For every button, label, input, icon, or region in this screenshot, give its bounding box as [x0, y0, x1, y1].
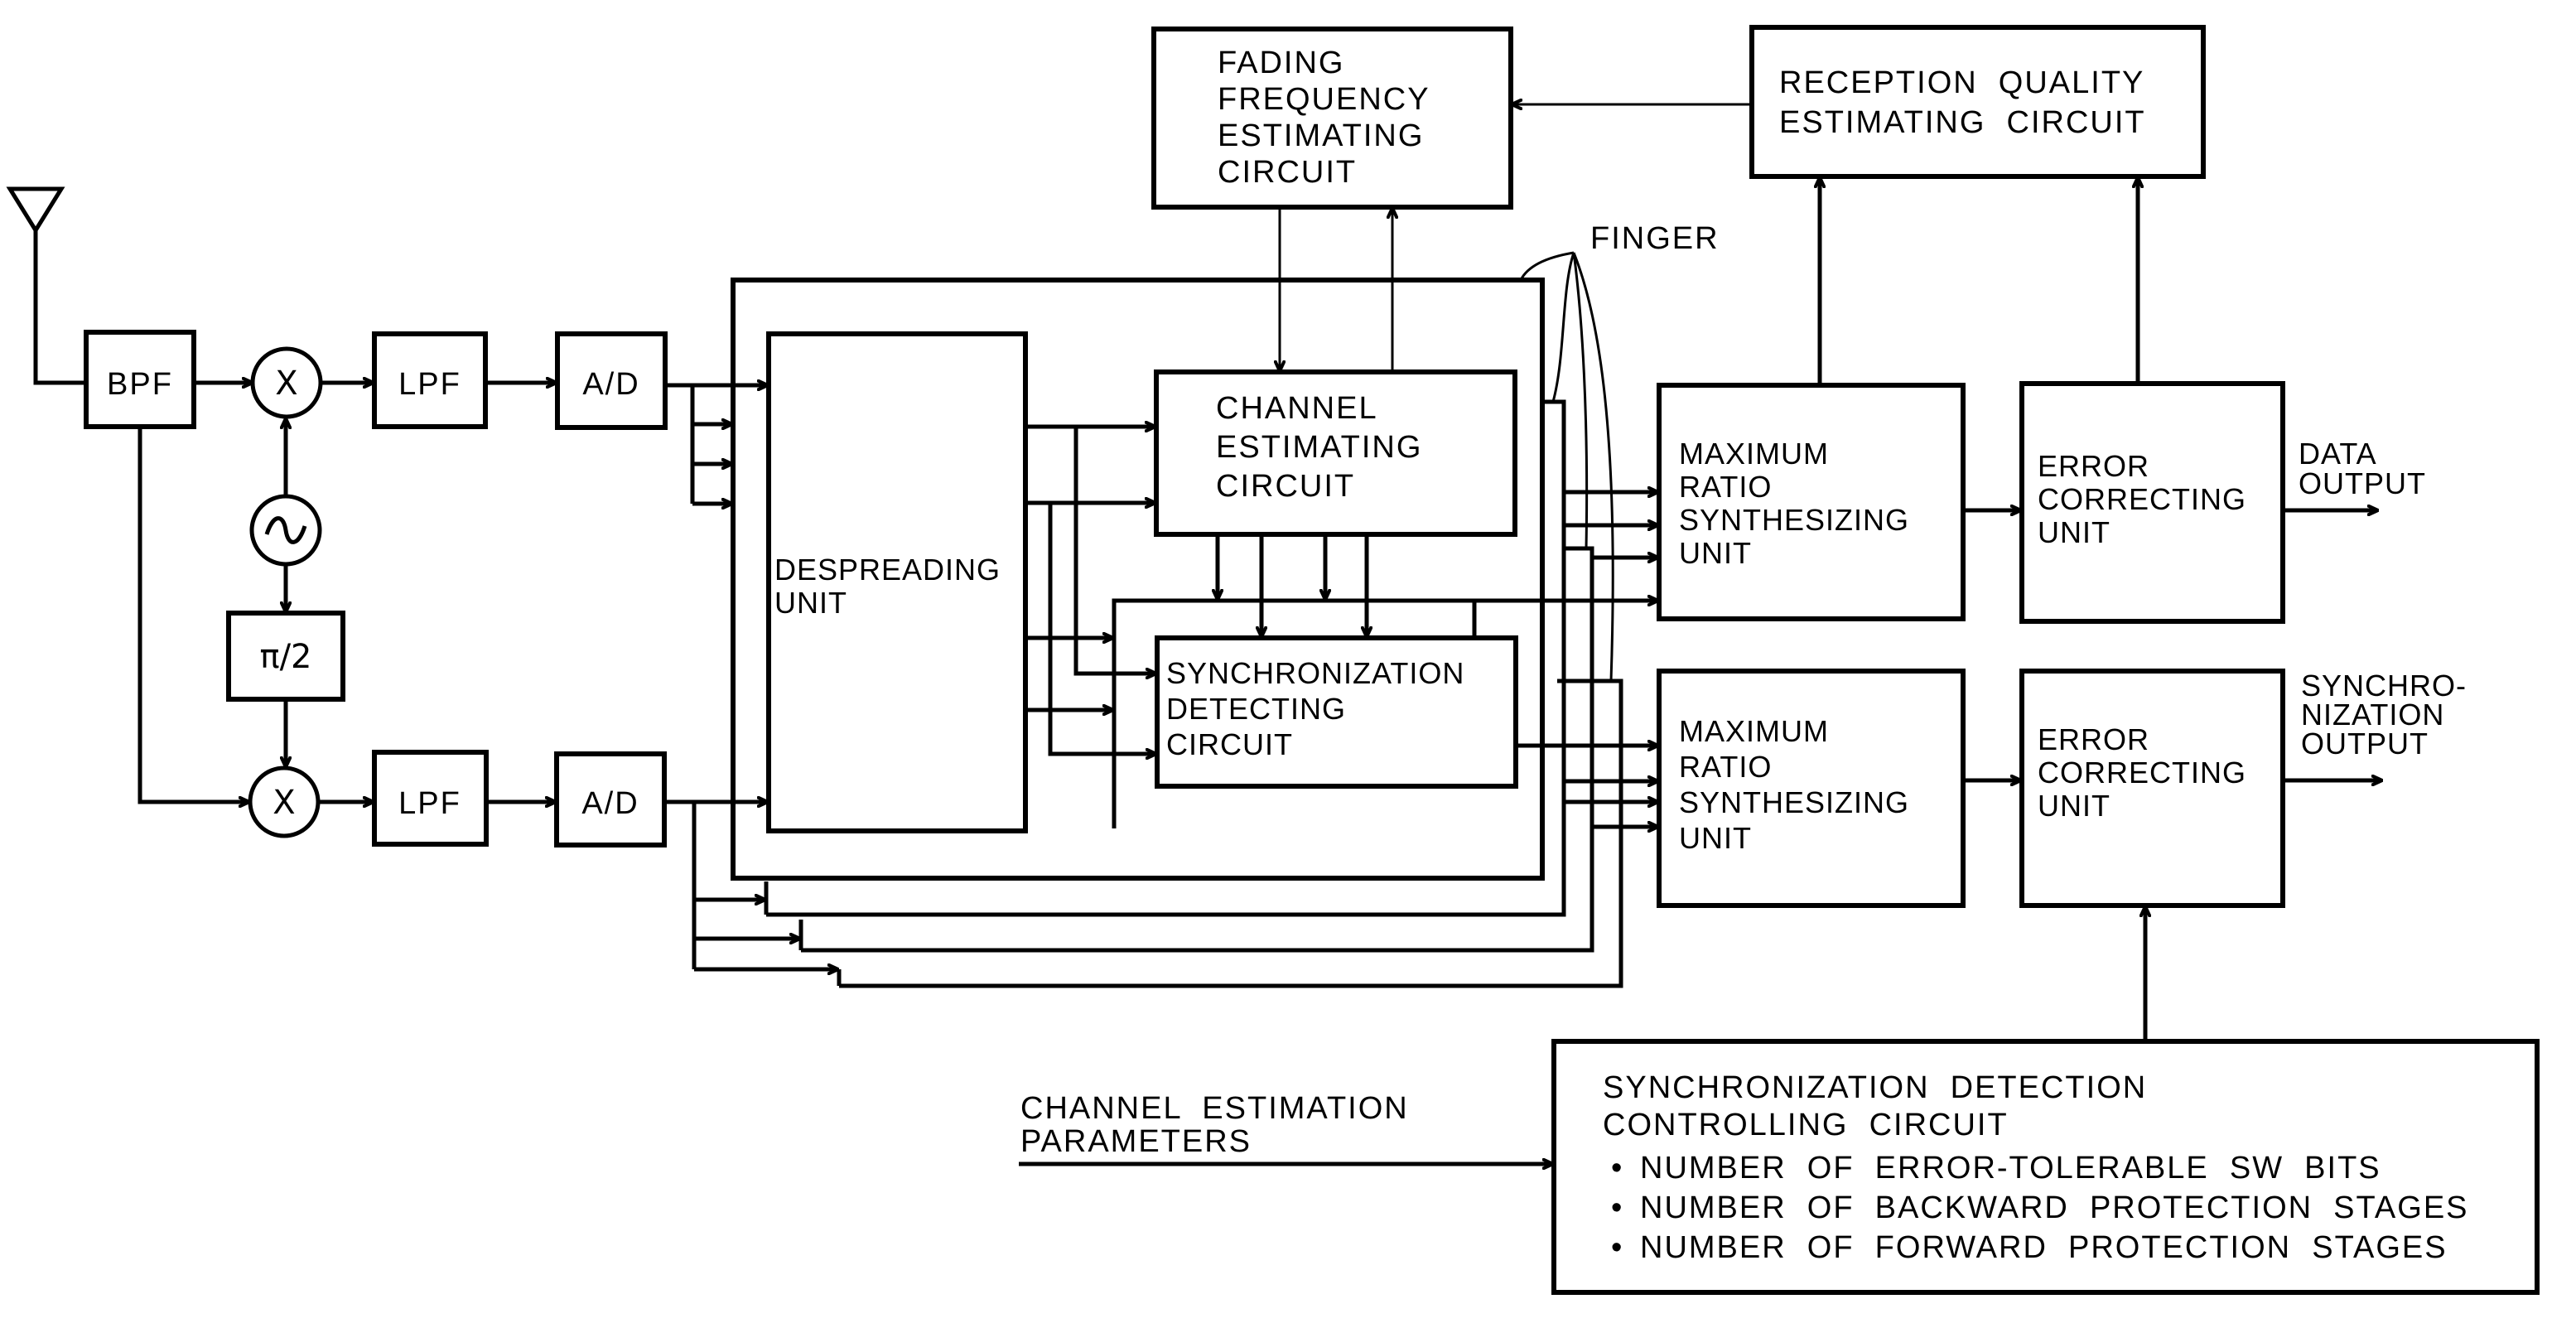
bullet-icon: •	[1611, 1151, 1623, 1186]
bpf-block: BPF	[84, 330, 196, 429]
lpf-label: LPF	[398, 367, 461, 402]
error-correcting-unit-2: ERROR CORRECTING UNIT	[2019, 669, 2285, 908]
sync-detecting-label-1: SYNCHRONIZATION	[1166, 656, 1464, 690]
max-ratio-synthesizing-unit-1: MAXIMUM RATIO SYNTHESIZING UNIT	[1657, 383, 1966, 621]
ec2-label-2: CORRECTING	[2038, 756, 2246, 790]
lpf-label: LPF	[398, 786, 461, 821]
mrs2-label-3: SYNTHESIZING	[1679, 785, 1909, 819]
block-diagram: BPF X X π/2 LPF LPF A/D A/D DESPREADING …	[6, 25, 2540, 1295]
reception-quality-label-1: RECEPTION QUALITY	[1779, 65, 2144, 100]
channel-estimating-label-2: ESTIMATING	[1216, 430, 1422, 465]
sync-detection-controlling-circuit: SYNCHRONIZATION DETECTION CONTROLLING CI…	[1551, 1039, 2540, 1295]
sync-detecting-label-2: DETECTING	[1166, 692, 1346, 726]
reception-quality-label-2: ESTIMATING CIRCUIT	[1779, 105, 2146, 140]
lpf-i-block: LPF	[372, 331, 488, 429]
sine-wave-icon	[264, 516, 307, 544]
control-bullet-2: NUMBER OF BACKWARD PROTECTION STAGES	[1640, 1190, 2469, 1225]
despreading-unit: DESPREADING UNIT	[766, 331, 1028, 833]
data-output-label-1: DATA	[2299, 437, 2377, 471]
channel-params-label-1: CHANNEL ESTIMATION	[1020, 1091, 1409, 1126]
mrs1-label-3: SYNTHESIZING	[1679, 503, 1909, 537]
ec1-label-3: UNIT	[2038, 515, 2110, 549]
ec2-label-1: ERROR	[2038, 722, 2149, 756]
sync-output-label-3: OUTPUT	[2301, 727, 2429, 761]
ec2-label-3: UNIT	[2038, 789, 2110, 823]
channel-estimating-circuit: CHANNEL ESTIMATING CIRCUIT	[1154, 369, 1517, 537]
adc-q-block: A/D	[554, 751, 667, 848]
sync-detecting-label-3: CIRCUIT	[1166, 727, 1293, 761]
mrs2-label-1: MAXIMUM	[1679, 714, 1829, 748]
mrs1-label-2: RATIO	[1679, 470, 1772, 504]
channel-estimating-label-1: CHANNEL	[1216, 391, 1378, 426]
finger-to-mrs2-arrows	[1564, 781, 1657, 827]
bullet-icon: •	[1611, 1190, 1623, 1225]
fading-label-1: FADING	[1218, 46, 1344, 80]
control-title-2: CONTROLLING CIRCUIT	[1603, 1108, 2009, 1142]
channel-estimating-label-3: CIRCUIT	[1216, 469, 1355, 504]
lpf-q-block: LPF	[372, 750, 489, 847]
phase-shifter-block: π/2	[226, 611, 345, 702]
ec1-label-2: CORRECTING	[2038, 482, 2246, 516]
mrs1-label-1: MAXIMUM	[1679, 437, 1829, 471]
fading-frequency-estimating-circuit: FADING FREQUENCY ESTIMATING CIRCUIT	[1151, 27, 1513, 210]
adc-label: A/D	[582, 367, 639, 402]
fading-label-2: FREQUENCY	[1218, 82, 1430, 117]
adc-i-block: A/D	[555, 331, 668, 430]
oscillator	[249, 494, 322, 567]
bpf-label: BPF	[107, 367, 173, 402]
data-output-label-2: OUTPUT	[2299, 466, 2426, 500]
reception-quality-estimating-circuit: RECEPTION QUALITY ESTIMATING CIRCUIT	[1749, 25, 2206, 179]
ec1-label-1: ERROR	[2038, 449, 2149, 483]
control-bullet-3: NUMBER OF FORWARD PROTECTION STAGES	[1640, 1230, 2448, 1265]
mrs1-label-4: UNIT	[1679, 536, 1752, 570]
phase-shifter-label: π/2	[259, 638, 311, 676]
max-ratio-synthesizing-unit-2: MAXIMUM RATIO SYNTHESIZING UNIT	[1657, 669, 1966, 908]
bullet-icon: •	[1611, 1230, 1623, 1265]
finger-label: FINGER	[1590, 221, 1720, 256]
channel-params-label-2: PARAMETERS	[1020, 1124, 1252, 1159]
control-title-1: SYNCHRONIZATION DETECTION	[1603, 1070, 2147, 1105]
multiply-icon: X	[275, 365, 297, 403]
fading-label-4: CIRCUIT	[1218, 155, 1357, 190]
antenna-icon	[6, 186, 86, 385]
mixer-q: X	[248, 765, 321, 838]
adc-label: A/D	[581, 786, 639, 821]
synchronization-detecting-circuit: SYNCHRONIZATION DETECTING CIRCUIT	[1155, 635, 1518, 789]
despreading-label-1: DESPREADING	[774, 553, 1001, 587]
multiply-icon: X	[273, 784, 295, 822]
fading-label-3: ESTIMATING	[1218, 118, 1424, 153]
despreading-label-2: UNIT	[774, 586, 847, 620]
control-bullet-1: NUMBER OF ERROR-TOLERABLE SW BITS	[1640, 1151, 2381, 1186]
mrs2-label-4: UNIT	[1679, 821, 1752, 855]
mrs2-label-2: RATIO	[1679, 750, 1772, 784]
mixer-i: X	[250, 346, 323, 419]
error-correcting-unit-1: ERROR CORRECTING UNIT	[2019, 381, 2285, 624]
